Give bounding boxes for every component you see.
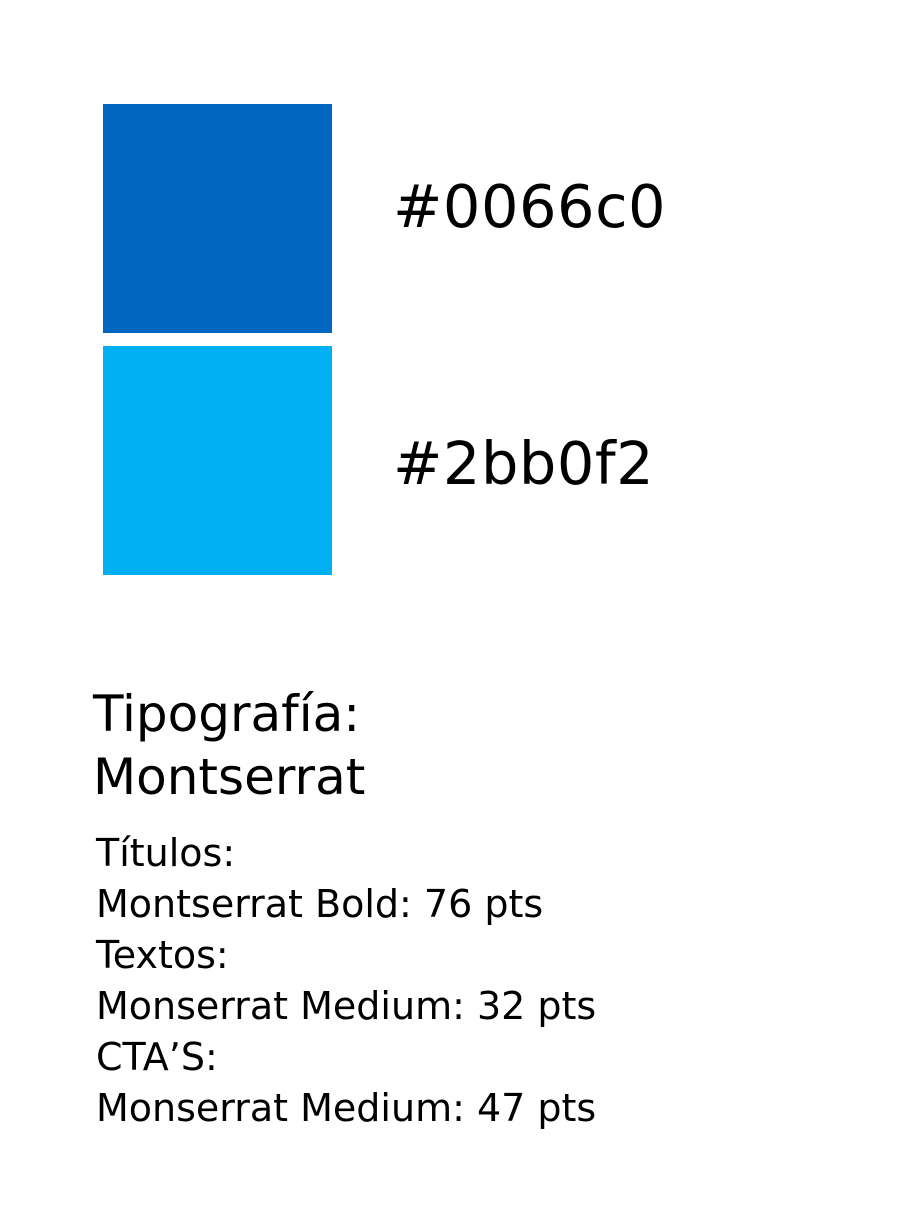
- color-swatch-secondary: [103, 346, 332, 575]
- typography-heading-line-1: Tipografía:: [93, 685, 361, 743]
- spec-cta-label: CTA’S:: [96, 1035, 218, 1079]
- color-swatch-primary: [103, 104, 332, 333]
- spec-texts-label: Textos:: [96, 933, 229, 977]
- typography-spec-list: Títulos: Montserrat Bold: 76 pts Textos:…: [96, 828, 596, 1134]
- spec-texts-value: Monserrat Medium: 32 pts: [96, 984, 597, 1028]
- hex-label-primary: #0066c0: [393, 172, 667, 241]
- spec-titles-label: Títulos:: [96, 831, 236, 875]
- spec-cta-value: Monserrat Medium: 47 pts: [96, 1086, 597, 1130]
- spec-titles-value: Montserrat Bold: 76 pts: [96, 882, 544, 926]
- typography-heading-line-2: Montserrat: [93, 748, 366, 806]
- typography-heading: Tipografía: Montserrat: [93, 683, 365, 809]
- hex-label-secondary: #2bb0f2: [393, 429, 655, 498]
